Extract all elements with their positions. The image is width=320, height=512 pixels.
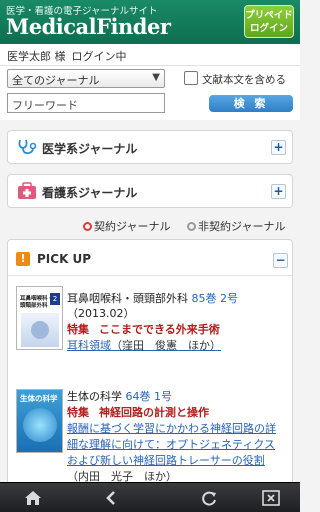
exclamation-icon: ! — [16, 252, 30, 266]
category-label: 看護系ジャーナル — [42, 186, 138, 200]
category-label: 医学系ジャーナル — [42, 142, 138, 156]
category-medical[interactable]: 医学系ジャーナル + — [7, 130, 293, 164]
prepaid-login-button[interactable]: プリペイド ログイン — [244, 5, 294, 38]
journal-name: 生体の科学 — [67, 390, 122, 403]
unsubscribed-label: 非契約ジャーナル — [198, 220, 286, 233]
cover-illustration — [21, 313, 59, 347]
feature-tag: 特集 — [67, 323, 89, 336]
app-header: 医学・看護の電子ジャーナルサイト MedicalFinder プリペイド ログイ… — [0, 0, 300, 44]
collapse-minus-icon[interactable]: − — [273, 253, 288, 268]
article-journal-line: 耳鼻咽喉科・頭頸部外科 85巻 2号 — [67, 291, 238, 307]
user-status-bar: 医学太郎 様ログイン中 — [0, 44, 300, 66]
article-link-line: 耳科領域（窪田 俊憲 ほか） — [67, 338, 221, 354]
login-label: ログイン — [249, 23, 288, 34]
stethoscope-icon — [18, 139, 37, 155]
prepaid-label: プリペイド — [245, 10, 293, 21]
chevron-down-icon: ▼ — [152, 72, 160, 83]
user-name: 医学太郎 様 — [7, 50, 66, 63]
category-nursing[interactable]: 看護系ジャーナル + — [7, 174, 293, 208]
article-link[interactable]: 細な理解に向けて：オプトジェネティクス — [67, 437, 275, 453]
article-link[interactable]: 耳科領域 — [67, 339, 111, 352]
pickup-header: ! PICK UP − — [8, 240, 292, 276]
home-icon[interactable] — [24, 490, 42, 506]
pickup-title: PICK UP — [37, 252, 92, 266]
cover-title: 耳鼻咽喉科・ 頭頸部外科 — [20, 296, 53, 310]
article-author: （窪田 俊憲 ほか） — [111, 339, 221, 352]
journal-name: 耳鼻咽喉科・頭頸部外科 — [67, 292, 188, 305]
subscribed-circle-icon — [83, 222, 92, 231]
cover-title: 生体の科学 — [20, 394, 58, 403]
cover-title-line: 頭頸部外科 — [20, 303, 48, 309]
journal-select-value: 全てのジャーナル — [12, 74, 100, 87]
feature-title: ここまでできる外来手術 — [99, 323, 220, 336]
subscribed-label: 契約ジャーナル — [94, 220, 171, 233]
fulltext-label: 文献本文を含める — [202, 74, 286, 86]
issue-link[interactable]: 64巻 1号 — [126, 390, 173, 403]
feature-title: 神経回路の計測と操作 — [99, 406, 209, 419]
expand-plus-icon[interactable]: + — [271, 184, 286, 199]
close-window-icon[interactable] — [262, 490, 280, 506]
journal-cover-image[interactable]: 生体の科学 — [16, 389, 63, 453]
expand-plus-icon[interactable]: + — [271, 140, 286, 155]
issue-link[interactable]: 85巻 2号 — [192, 292, 239, 305]
system-navigation-bar — [0, 482, 300, 512]
site-logo[interactable]: MedicalFinder — [6, 14, 171, 39]
search-button[interactable]: 検 索 — [209, 95, 293, 112]
feature-line: 特集 神経回路の計測と操作 — [67, 405, 209, 421]
article-journal-line: 生体の科学 64巻 1号 — [67, 389, 172, 405]
refresh-icon[interactable] — [200, 490, 218, 506]
pickup-panel: ! PICK UP − 2 耳鼻咽喉科・ 頭頸部外科 耳鼻咽喉科・頭頸部外科 8… — [7, 239, 293, 499]
feature-line: 特集 ここまでできる外来手術 — [67, 322, 220, 338]
cover-title-line: 耳鼻咽喉科・ — [20, 296, 54, 302]
article-date: （2013.02） — [67, 307, 135, 320]
back-icon[interactable] — [104, 490, 122, 506]
login-status: ログイン中 — [71, 50, 127, 63]
cover-illustration — [23, 408, 57, 442]
journal-select[interactable]: 全てのジャーナル ▼ — [7, 69, 165, 88]
first-aid-kit-icon — [18, 182, 36, 199]
fulltext-checkbox[interactable] — [184, 71, 198, 85]
article-link[interactable]: 報酬に基づく学習にかかわる神経回路の詳 — [67, 421, 276, 437]
search-area: 全てのジャーナル ▼ 文献本文を含める フリーワード 検 索 — [0, 66, 300, 120]
feature-tag: 特集 — [67, 406, 89, 419]
article-link[interactable]: および新しい神経回路トレーサーの役割 — [67, 453, 265, 469]
journal-cover-image[interactable]: 2 耳鼻咽喉科・ 頭頸部外科 — [16, 286, 63, 350]
unsubscribed-circle-icon — [187, 222, 196, 231]
keyword-input[interactable]: フリーワード — [7, 93, 165, 113]
